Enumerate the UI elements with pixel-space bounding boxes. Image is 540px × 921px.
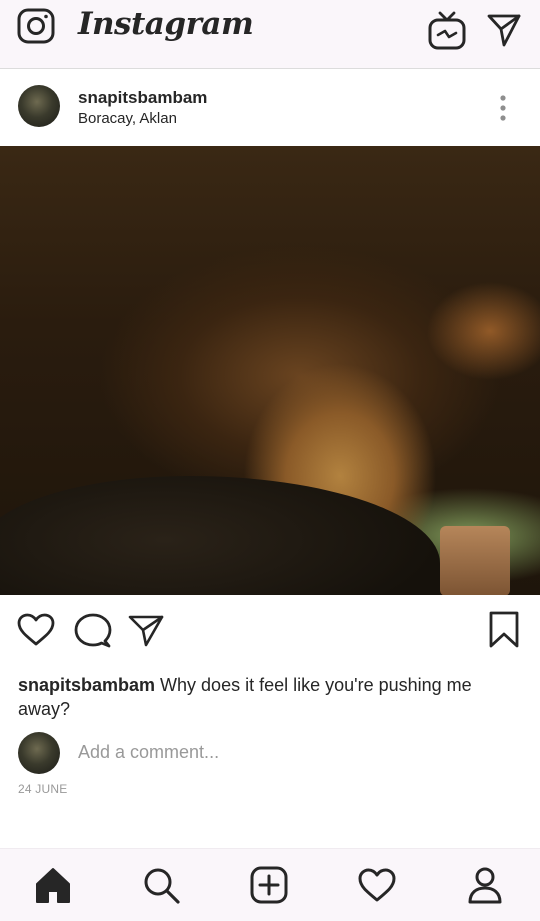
post-actions <box>0 595 540 665</box>
comment-icon[interactable] <box>74 613 112 649</box>
paper-plane-icon[interactable] <box>486 12 522 48</box>
top-bar: Instagram <box>0 0 540 69</box>
bookmark-icon[interactable] <box>488 611 520 649</box>
caption-username[interactable]: snapitsbambam <box>18 675 155 695</box>
post-date: 24 JUNE <box>18 782 68 796</box>
igtv-icon[interactable] <box>428 10 466 50</box>
photo-detail <box>440 526 510 595</box>
post-photo[interactable] <box>0 146 540 595</box>
photo-detail <box>0 476 440 595</box>
more-options-icon[interactable] <box>496 95 510 121</box>
avatar[interactable] <box>18 85 60 127</box>
bottom-nav <box>0 848 540 921</box>
post-location[interactable]: Boracay, Aklan <box>78 110 177 127</box>
post-header: snapitsbambam Boracay, Aklan <box>0 69 540 146</box>
heart-icon[interactable] <box>357 865 397 905</box>
camera-icon[interactable] <box>17 8 55 44</box>
add-comment-row: Add a comment... <box>0 728 540 778</box>
add-icon[interactable] <box>249 865 289 905</box>
profile-icon[interactable] <box>465 865 505 905</box>
instagram-logo: Instagram <box>78 6 254 42</box>
comment-input[interactable]: Add a comment... <box>78 742 219 763</box>
home-icon[interactable] <box>33 865 73 905</box>
share-icon[interactable] <box>128 614 164 648</box>
avatar <box>18 732 60 774</box>
post-username[interactable]: snapitsbambam <box>78 88 207 108</box>
search-icon[interactable] <box>141 865 181 905</box>
heart-icon[interactable] <box>17 613 55 647</box>
post-caption: snapitsbambam Why does it feel like you'… <box>18 673 518 721</box>
